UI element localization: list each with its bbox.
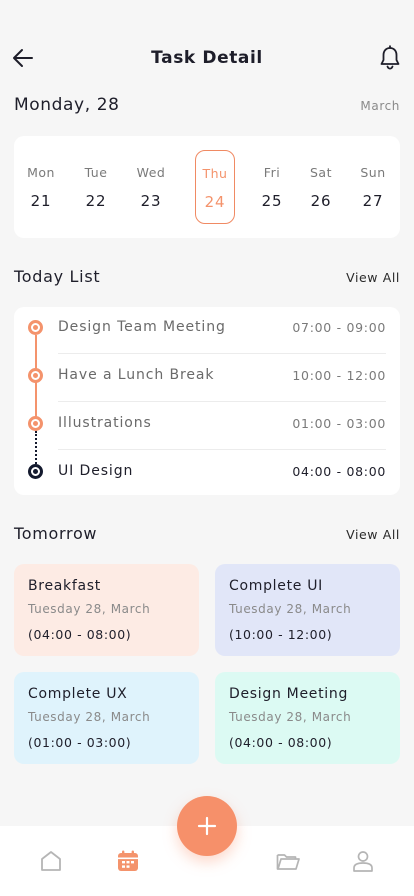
day-number: 26 [310, 192, 332, 210]
card-date: Tuesday 28, March [28, 602, 151, 616]
card-title: Complete UI [229, 578, 323, 594]
task-row[interactable]: Design Team Meeting 07:00 - 09:00 [14, 306, 400, 354]
task-card-breakfast[interactable]: Breakfast Tuesday 28, March (04:00 - 08:… [14, 564, 199, 656]
task-name: Illustrations [58, 415, 152, 431]
timeline-dot [28, 464, 43, 479]
task-name: Have a Lunch Break [58, 367, 215, 383]
card-time: (10:00 - 12:00) [229, 627, 333, 642]
timeline-dot [28, 368, 43, 383]
task-time: 04:00 - 08:00 [292, 464, 386, 479]
card-date: Tuesday 28, March [28, 710, 151, 724]
task-time: 01:00 - 03:00 [292, 416, 386, 431]
card-time: (01:00 - 03:00) [28, 735, 132, 750]
day-number: 25 [261, 192, 283, 210]
day-wed[interactable]: Wed 23 [131, 150, 171, 224]
day-number: 23 [140, 192, 162, 210]
timeline-dot [28, 416, 43, 431]
card-date: Tuesday 28, March [229, 602, 352, 616]
selected-date-title: Monday, 28 [14, 95, 120, 115]
day-number: 27 [362, 192, 384, 210]
card-time: (04:00 - 08:00) [28, 627, 132, 642]
day-name: Thu [202, 166, 228, 181]
card-title: Complete UX [28, 686, 128, 702]
day-thu[interactable]: Thu 24 [195, 150, 235, 224]
nav-folder[interactable] [275, 848, 301, 874]
card-date: Tuesday 28, March [229, 710, 352, 724]
plus-icon [197, 816, 217, 836]
tomorrow-view-all-link[interactable]: View All [346, 527, 400, 542]
nav-home[interactable] [38, 848, 64, 874]
day-tue[interactable]: Tue 22 [76, 150, 116, 224]
task-time: 10:00 - 12:00 [292, 368, 386, 383]
timeline-dot [28, 320, 43, 335]
day-number: 24 [204, 193, 226, 211]
day-name: Sun [360, 165, 386, 180]
day-sat[interactable]: Sat 26 [301, 150, 341, 224]
day-mon[interactable]: Mon 21 [21, 150, 61, 224]
task-row[interactable]: Have a Lunch Break 10:00 - 12:00 [14, 354, 400, 402]
nav-profile[interactable] [350, 848, 376, 874]
task-name: Design Team Meeting [58, 319, 226, 335]
card-time: (04:00 - 08:00) [229, 735, 333, 750]
bell-icon [380, 45, 400, 70]
card-title: Design Meeting [229, 686, 349, 702]
day-number: 21 [30, 192, 52, 210]
today-list-title: Today List [14, 267, 101, 286]
day-name: Sat [310, 165, 332, 180]
day-sun[interactable]: Sun 27 [353, 150, 393, 224]
add-task-button[interactable] [177, 796, 237, 856]
task-time: 07:00 - 09:00 [292, 320, 386, 335]
today-list: Design Team Meeting 07:00 - 09:00 Have a… [14, 307, 400, 495]
tomorrow-title: Tomorrow [14, 524, 98, 543]
day-number: 22 [85, 192, 107, 210]
day-name: Tue [84, 165, 108, 180]
tomorrow-header: Tomorrow View All [14, 524, 400, 546]
day-fri[interactable]: Fri 25 [252, 150, 292, 224]
page-title: Task Detail [151, 48, 263, 68]
calendar-icon [118, 850, 138, 871]
card-title: Breakfast [28, 578, 101, 594]
profile-icon [353, 851, 373, 872]
task-card-design-meeting[interactable]: Design Meeting Tuesday 28, March (04:00 … [215, 672, 400, 764]
month-label[interactable]: March [360, 99, 400, 113]
nav-calendar[interactable] [115, 848, 141, 874]
task-row[interactable]: Illustrations 01:00 - 03:00 [14, 402, 400, 450]
today-view-all-link[interactable]: View All [346, 270, 400, 285]
week-selector: Mon 21 Tue 22 Wed 23 Thu 24 Fri 25 Sat 2… [14, 136, 400, 238]
task-card-complete-ui[interactable]: Complete UI Tuesday 28, March (10:00 - 1… [215, 564, 400, 656]
task-row-current[interactable]: UI Design 04:00 - 08:00 [14, 450, 400, 498]
home-icon [41, 851, 61, 871]
day-name: Mon [27, 165, 55, 180]
header: Task Detail [0, 40, 414, 76]
date-row: Monday, 28 March [14, 95, 400, 117]
folder-icon [276, 854, 300, 870]
notifications-button[interactable] [378, 45, 402, 71]
day-name: Wed [136, 165, 166, 180]
day-name: Fri [263, 165, 281, 180]
task-card-complete-ux[interactable]: Complete UX Tuesday 28, March (01:00 - 0… [14, 672, 199, 764]
today-list-header: Today List View All [14, 267, 400, 289]
task-name: UI Design [58, 463, 134, 479]
